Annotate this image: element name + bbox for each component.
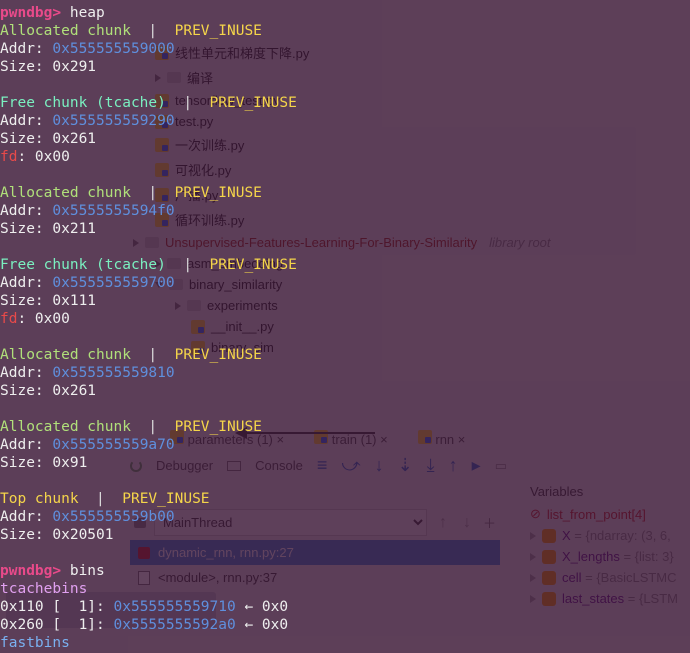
heap-addr: 0x555555559000 xyxy=(52,41,174,57)
heap-size: Size: 0x20501 xyxy=(0,527,114,543)
heap-size: Size: 0x91 xyxy=(0,455,87,471)
heap-addr: 0x5555555594f0 xyxy=(52,203,174,219)
heap-chunk-free: Free chunk (tcache) xyxy=(0,257,166,273)
bin-addr: 0x555555559710 xyxy=(114,599,236,615)
heap-addr: 0x555555559290 xyxy=(52,113,174,129)
heap-size: Size: 0x291 xyxy=(0,59,96,75)
bin-addr: 0x5555555592a0 xyxy=(114,617,236,633)
heap-size: Size: 0x261 xyxy=(0,383,96,399)
heap-addr: 0x555555559a70 xyxy=(52,437,174,453)
heap-addr: 0x555555559b00 xyxy=(52,509,174,525)
heap-chunk-free: Free chunk (tcache) xyxy=(0,95,166,111)
prompt: pwndbg> xyxy=(0,563,61,579)
heap-chunk-allocated: Allocated chunk xyxy=(0,419,131,435)
heap-top-chunk: Top chunk xyxy=(0,491,79,507)
tcachebins-label: tcachebins xyxy=(0,581,87,597)
heap-chunk-allocated: Allocated chunk xyxy=(0,23,131,39)
fd-label: fd xyxy=(0,149,17,165)
terminal-overlay[interactable]: pwndbg> heap Allocated chunk | PREV_INUS… xyxy=(0,0,690,653)
heap-size: Size: 0x111 xyxy=(0,293,96,309)
heap-size: Size: 0x211 xyxy=(0,221,96,237)
heap-addr: 0x555555559700 xyxy=(52,275,174,291)
heap-chunk-allocated: Allocated chunk xyxy=(0,347,131,363)
heap-addr: 0x555555559810 xyxy=(52,365,174,381)
fd-label: fd xyxy=(0,311,17,327)
heap-size: Size: 0x261 xyxy=(0,131,96,147)
fastbins-label: fastbins xyxy=(0,635,70,651)
prompt: pwndbg> xyxy=(0,5,61,21)
heap-chunk-allocated: Allocated chunk xyxy=(0,185,131,201)
